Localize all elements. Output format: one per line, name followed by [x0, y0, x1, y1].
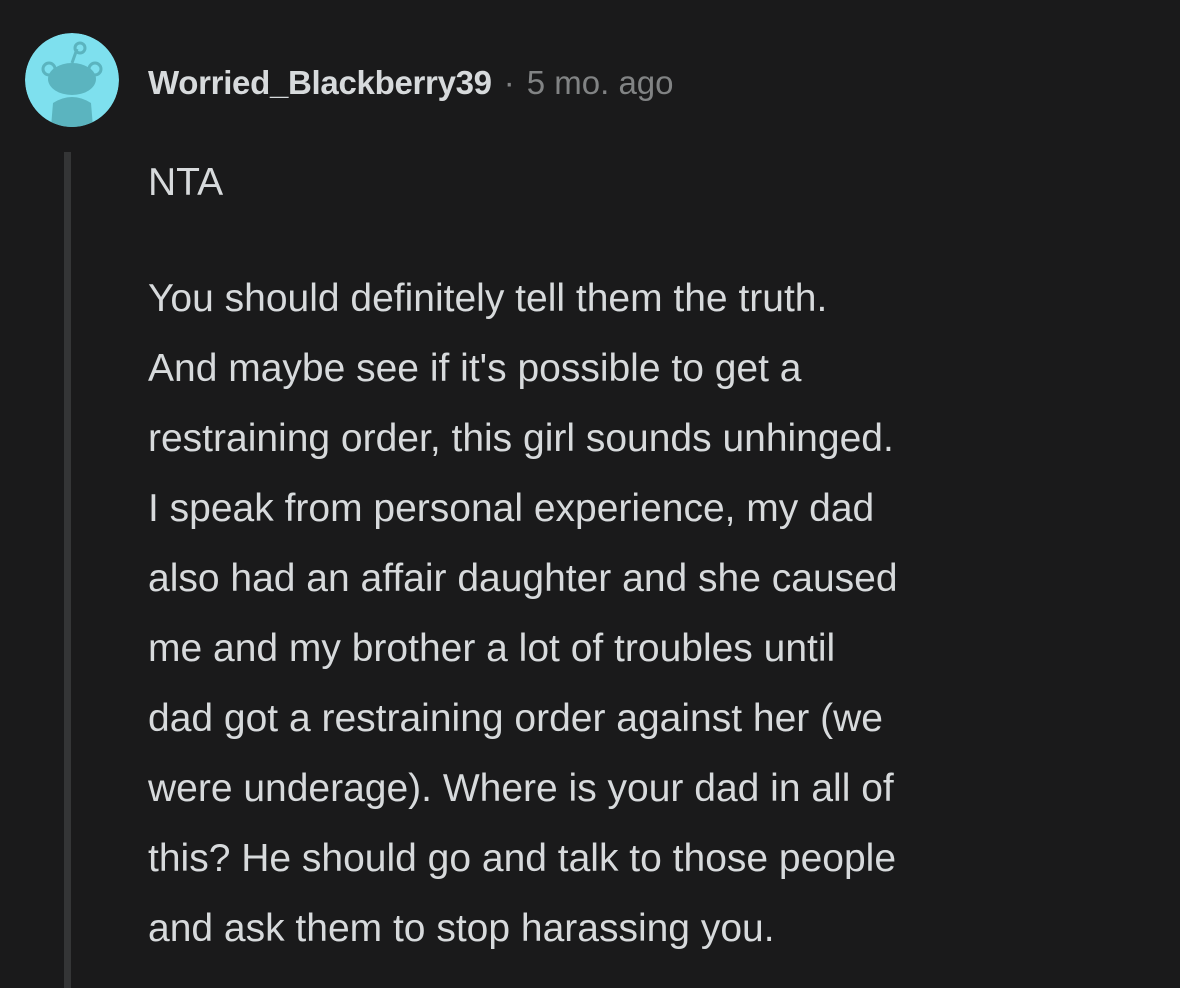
comment-text-line: restraining order, this girl sounds unhi… [148, 417, 894, 460]
comment-paragraph: NTA [148, 148, 1158, 218]
comment-text-line: dad got a restraining order against her … [148, 697, 883, 740]
comment-text-line: me and my brother a lot of troubles unti… [148, 627, 836, 670]
comment-text-line: You should definitely tell them the trut… [148, 277, 828, 320]
comment: Worried_Blackberry39 · 5 mo. ago NTA You… [0, 0, 1180, 988]
comment-body: NTA You should definitely tell them the … [148, 148, 1158, 964]
comment-header: Worried_Blackberry39 · 5 mo. ago [148, 58, 674, 108]
comment-text-line: were underage). Where is your dad in all… [148, 767, 894, 810]
comment-text-line: this? He should go and talk to those peo… [148, 837, 897, 880]
user-avatar[interactable] [25, 33, 119, 127]
comment-text-line: also had an affair daughter and she caus… [148, 557, 898, 600]
comment-text-line: and ask them to stop harassing you. [148, 907, 775, 950]
thread-collapse-line[interactable] [64, 152, 71, 988]
comment-timestamp[interactable]: 5 mo. ago [527, 64, 674, 102]
comment-paragraph: You should definitely tell them the trut… [148, 264, 1158, 964]
comment-text-line: I speak from personal experience, my dad [148, 487, 875, 530]
meta-separator: · [503, 64, 515, 101]
comment-text-line: NTA [148, 161, 224, 204]
comment-text-line: And maybe see if it's possible to get a [148, 347, 802, 390]
snoo-avatar-icon [25, 33, 119, 127]
username-link[interactable]: Worried_Blackberry39 [148, 64, 492, 102]
